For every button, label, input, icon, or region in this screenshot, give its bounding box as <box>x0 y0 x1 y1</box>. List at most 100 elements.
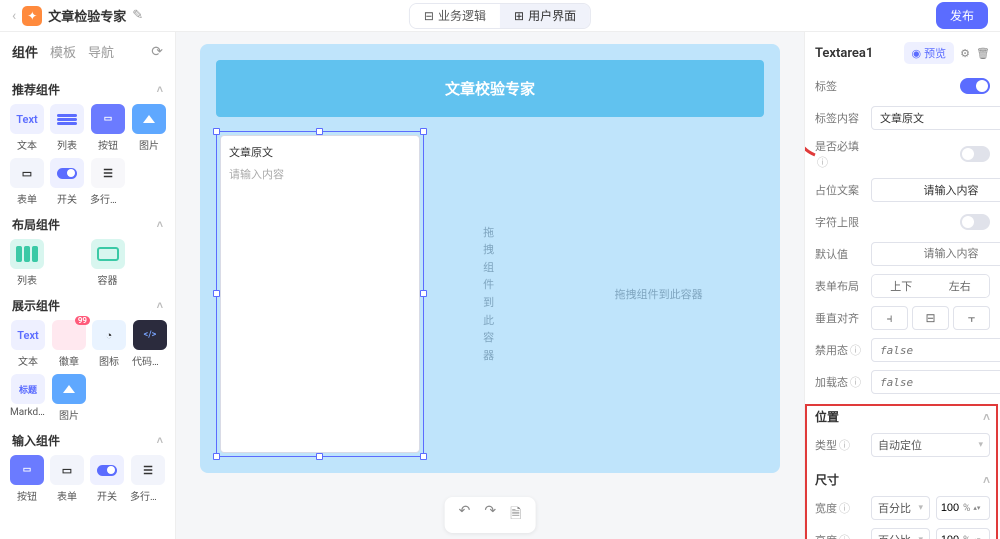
back-icon[interactable]: ‹ <box>12 8 16 24</box>
comp-form2[interactable]: ▭表单 <box>50 455 84 503</box>
valign-bottom-icon[interactable]: ⫟ <box>953 306 990 330</box>
select-type[interactable]: 自动定位▾ <box>871 433 990 457</box>
toggle-label[interactable] <box>960 78 990 94</box>
edit-icon[interactable]: ✎ <box>132 8 143 23</box>
prop-valign: 垂直对齐 <box>815 310 871 326</box>
prop-disabled: 禁用态ⓘ <box>815 342 871 358</box>
resize-handle[interactable] <box>213 290 220 297</box>
group-layout: 布局组件 <box>12 216 60 233</box>
tab-components[interactable]: 组件 <box>12 42 38 61</box>
delete-icon[interactable]: 🗑 <box>976 47 990 60</box>
chevron-up-icon[interactable]: ˄ <box>983 410 990 424</box>
comp-button2[interactable]: ▭按钮 <box>10 455 44 503</box>
resize-handle[interactable] <box>420 290 427 297</box>
input-placeholder[interactable] <box>871 178 1000 202</box>
comp-button[interactable]: ▭按钮 <box>90 104 126 152</box>
data-icon[interactable]: 🗎 <box>510 503 521 527</box>
prop-default: 默认值 <box>815 246 871 262</box>
refresh-icon[interactable]: ⟳ <box>151 44 163 60</box>
comp-switch2[interactable]: 开关 <box>90 455 124 503</box>
input-disabled[interactable] <box>871 338 1000 362</box>
redo-icon[interactable]: ↷ <box>484 503 496 527</box>
select-height-mode[interactable]: 百分比▾ <box>871 528 930 539</box>
comp-code[interactable]: </>代码展... <box>132 320 168 368</box>
section-position: 位置 <box>815 408 839 425</box>
comp-multiline2[interactable]: ☰多行输... <box>130 455 166 503</box>
comp-form[interactable]: ▭表单 <box>10 158 44 206</box>
component-name: Textarea1 <box>815 46 898 61</box>
prop-maxchars: 字符上限 <box>815 214 871 230</box>
tab-nav[interactable]: 导航 <box>88 42 114 61</box>
input-label-content[interactable] <box>871 106 1000 130</box>
toggle-maxchars[interactable] <box>960 214 990 230</box>
input-height[interactable]: %▴▾ <box>936 528 990 539</box>
comp-image2[interactable]: 图片 <box>52 374 86 422</box>
group-input: 输入组件 <box>12 432 60 449</box>
input-default[interactable] <box>871 242 1000 266</box>
resize-handle[interactable] <box>316 453 323 460</box>
prop-layout: 表单布局 <box>815 278 871 294</box>
chevron-up-icon[interactable]: ˄ <box>983 473 990 487</box>
comp-chart[interactable]: ◔图标 <box>92 320 126 368</box>
group-recommend: 推荐组件 <box>12 81 60 98</box>
valign-middle-icon[interactable]: ⊟ <box>912 306 949 330</box>
comp-column[interactable]: 列表 <box>10 239 44 287</box>
drop-zone-wide[interactable]: 拖拽组件到此容器 <box>553 131 764 457</box>
section-size: 尺寸 <box>815 471 839 488</box>
resize-handle[interactable] <box>316 128 323 135</box>
banner[interactable]: 文章校验专家 <box>216 60 764 117</box>
textarea-label: 文章原文 <box>229 144 411 160</box>
prop-width: 宽度ⓘ <box>815 500 871 516</box>
prop-required: 是否必填ⓘ <box>815 138 871 170</box>
comp-text[interactable]: Text文本 <box>10 104 44 152</box>
resize-handle[interactable] <box>420 453 427 460</box>
layout-vertical[interactable]: 上下 <box>872 275 931 297</box>
comp-markdown[interactable]: 标题Markd... <box>10 374 46 422</box>
comp-multiline[interactable]: ☰多行输... <box>90 158 126 206</box>
resize-handle[interactable] <box>420 128 427 135</box>
chevron-up-icon[interactable]: ˄ <box>157 434 163 447</box>
tab-logic[interactable]: ⊟ 业务逻辑 <box>410 4 500 28</box>
app-icon: ✦ <box>22 6 42 26</box>
resize-handle[interactable] <box>213 453 220 460</box>
drop-zone-narrow[interactable]: 拖拽 组件 到此 容器 <box>436 131 541 457</box>
undo-icon[interactable]: ↶ <box>459 503 471 527</box>
gear-icon[interactable]: ⚙ <box>960 47 970 60</box>
comp-image[interactable]: 图片 <box>132 104 166 152</box>
comp-container[interactable]: 容器 <box>91 239 125 287</box>
prop-label: 标签 <box>815 78 871 94</box>
view-switcher: ⊟ 业务逻辑 ⊞ 用户界面 <box>409 3 591 29</box>
prop-type: 类型ⓘ <box>815 437 871 453</box>
canvas: 文章校验专家 文章原文 请输入内容 <box>176 32 804 539</box>
chevron-up-icon[interactable]: ˄ <box>157 83 163 96</box>
tab-ui[interactable]: ⊞ 用户界面 <box>500 4 590 28</box>
input-loading[interactable] <box>871 370 1000 394</box>
prop-loading: 加载态ⓘ <box>815 374 871 390</box>
comp-switch[interactable]: 开关 <box>50 158 84 206</box>
input-width[interactable]: %▴▾ <box>936 496 990 520</box>
preview-button[interactable]: ◉ 预览 <box>904 42 955 64</box>
group-display: 展示组件 <box>12 297 60 314</box>
comp-badge[interactable]: 99徽章 <box>52 320 86 368</box>
canvas-toolbar: ↶ ↷ 🗎 <box>445 497 536 533</box>
left-panel: 组件 模板 导航 ⟳ 推荐组件 ˄ Text文本 列表 ▭按钮 图片 ▭表单 开关… <box>0 32 176 539</box>
right-panel: Textarea1 ◉ 预览 ⚙ 🗑 标签 标签内容 是否必填ⓘ 占位文案 字符… <box>804 32 1000 539</box>
chevron-up-icon[interactable]: ˄ <box>157 218 163 231</box>
stage[interactable]: 文章校验专家 文章原文 请输入内容 <box>200 44 780 473</box>
prop-height: 高度ⓘ <box>815 532 871 539</box>
textarea-placeholder: 请输入内容 <box>229 166 411 182</box>
publish-button[interactable]: 发布 <box>936 2 988 29</box>
comp-text2[interactable]: Text文本 <box>10 320 46 368</box>
prop-placeholder: 占位文案 <box>815 182 871 198</box>
chevron-up-icon[interactable]: ˄ <box>157 299 163 312</box>
app-title: 文章检验专家 <box>48 6 126 25</box>
prop-label-content: 标签内容 <box>815 110 871 126</box>
toggle-required[interactable] <box>960 146 990 162</box>
layout-horizontal[interactable]: 左右 <box>931 275 990 297</box>
selected-textarea[interactable]: 文章原文 请输入内容 <box>216 131 424 457</box>
comp-list[interactable]: 列表 <box>50 104 84 152</box>
select-width-mode[interactable]: 百分比▾ <box>871 496 930 520</box>
valign-top-icon[interactable]: ⫞ <box>871 306 908 330</box>
tab-templates[interactable]: 模板 <box>50 42 76 61</box>
resize-handle[interactable] <box>213 128 220 135</box>
